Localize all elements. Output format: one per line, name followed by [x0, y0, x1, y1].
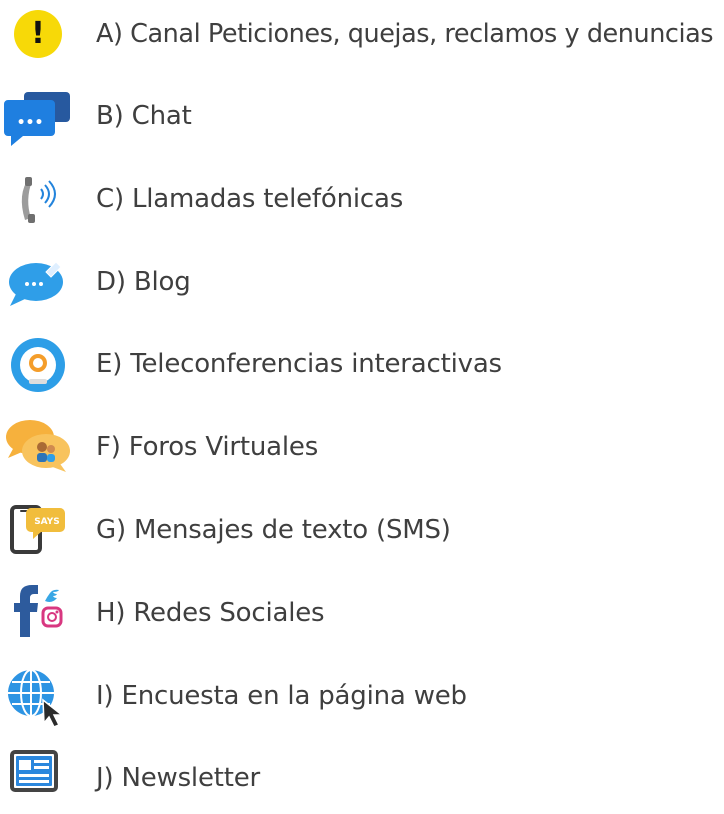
- web-globe-cursor-icon: [0, 662, 76, 732]
- sms-says-text: SAYS: [34, 517, 60, 527]
- list-item: SAYS G) Mensajes de texto (SMS): [0, 496, 724, 566]
- list-item: E) Teleconferencias interactivas: [0, 330, 724, 400]
- list-item: J) Newsletter: [0, 744, 724, 814]
- blog-bubble-icon: [0, 248, 76, 318]
- channel-label: I) Encuesta en la página web: [96, 681, 467, 711]
- list-item: C) Llamadas telefónicas: [0, 165, 724, 235]
- list-item: D) Blog: [0, 248, 724, 318]
- channel-label: H) Redes Sociales: [96, 598, 325, 628]
- channel-label: D) Blog: [96, 267, 191, 297]
- channel-list: ! A) Canal Peticiones, quejas, reclamos …: [0, 0, 724, 796]
- forum-bubbles-icon: [0, 413, 76, 483]
- phone-call-icon: [0, 165, 76, 235]
- alert-exclamation: !: [31, 16, 45, 51]
- mobile-sms-icon: SAYS: [0, 496, 76, 566]
- list-item: I) Encuesta en la página web: [0, 662, 724, 732]
- channel-label: B) Chat: [96, 101, 192, 131]
- channel-label: J) Newsletter: [96, 763, 261, 793]
- chat-bubbles-icon: •••: [0, 82, 76, 152]
- newsletter-icon: [0, 744, 76, 814]
- channel-label: E) Teleconferencias interactivas: [96, 349, 502, 379]
- list-item: F) Foros Virtuales: [0, 413, 724, 483]
- channel-label: F) Foros Virtuales: [96, 432, 319, 462]
- list-item: H) Redes Sociales: [0, 579, 724, 649]
- channel-label: C) Llamadas telefónicas: [96, 184, 404, 214]
- channel-label: A) Canal Peticiones, quejas, reclamos y …: [96, 19, 714, 49]
- chat-dots: •••: [17, 115, 44, 131]
- social-networks-icon: [0, 579, 76, 649]
- list-item: ••• B) Chat: [0, 82, 724, 152]
- alert-circle-icon: !: [0, 0, 76, 70]
- list-item: ! A) Canal Peticiones, quejas, reclamos …: [0, 0, 724, 70]
- webcam-icon: [0, 330, 76, 400]
- channel-label: G) Mensajes de texto (SMS): [96, 515, 451, 545]
